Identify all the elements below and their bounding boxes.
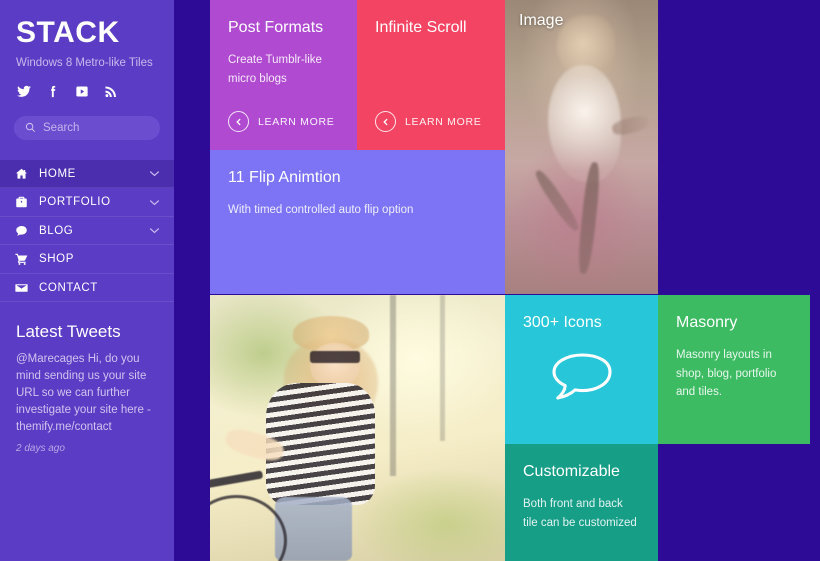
learn-more-label: LEARN MORE [405,115,482,128]
twitter-icon[interactable] [16,84,32,99]
site-logo[interactable]: STACK [16,18,158,48]
learn-more-button[interactable]: LEARN MORE [375,111,481,132]
tile-title: Post Formats [228,19,324,36]
sidebar-item-shop[interactable]: SHOP [0,245,174,274]
tile-title: Infinite Scroll [375,19,467,36]
learn-more-label: LEARN MORE [258,115,335,128]
tile-description: Masonry layouts in shop, blog, portfolio… [676,349,777,399]
facebook-icon[interactable] [45,84,61,99]
tile-masonry[interactable]: Masonry Masonry layouts in shop, blog, p… [658,295,810,444]
learn-more-button[interactable]: LEARN MORE [228,111,334,132]
rss-icon[interactable] [103,84,119,99]
tile-title: 11 Flip Animtion [228,169,341,186]
page-root: STACK Windows 8 Metro-like Tiles Search … [0,0,820,561]
tweet-text: @Marecages Hi, do you mind sending us yo… [16,353,151,434]
home-icon [15,168,28,179]
main-navigation: HOME PORTFOLIO BLOG SHOP CONTACT [0,159,174,303]
tile-infinite-scroll[interactable]: Infinite Scroll LEARN MORE [357,0,505,150]
search-box[interactable] [14,115,174,140]
tile-title: 300+ Icons [523,314,602,331]
sidebar-item-portfolio[interactable]: PORTFOLIO [0,188,174,217]
sidebar-item-label: PORTFOLIO [39,196,111,209]
tile-grid: Post Formats Create Tumblr-like micro bl… [210,0,820,561]
tile-glyph [505,351,658,405]
sidebar-item-label: CONTACT [39,281,98,294]
sidebar-item-label: SHOP [39,253,74,266]
chevron-down-icon[interactable] [149,199,160,206]
envelope-icon [15,283,28,292]
tile-flip-animation[interactable]: 11 Flip Animtion With timed controlled a… [210,150,505,294]
sidebar-item-home[interactable]: HOME [0,159,174,189]
search-icon [25,123,35,133]
social-links [16,84,158,99]
tile-post-formats[interactable]: Post Formats Create Tumblr-like micro bl… [210,0,357,150]
widget-title: Latest Tweets [16,322,121,342]
youtube-icon[interactable] [74,84,90,99]
cart-icon [15,253,28,265]
tile-customizable[interactable]: Customizable Both front and back tile ca… [505,444,658,561]
chevron-down-icon[interactable] [149,170,160,177]
briefcase-icon [16,196,27,208]
tile-description: With timed controlled auto flip option [228,204,414,217]
dancer-photo [505,0,658,294]
sidebar-item-label: HOME [39,167,76,180]
speech-bubble-icon [551,353,612,400]
brand-block: STACK Windows 8 Metro-like Tiles [0,0,174,99]
bicycle-photo [210,295,505,561]
tile-title: Masonry [676,314,738,331]
tweet-timestamp: 2 days ago [16,443,65,455]
tile-image[interactable]: Image [505,0,658,294]
search-input[interactable] [43,121,174,134]
sidebar-item-label: BLOG [39,224,74,237]
tile-description: Create Tumblr-like micro blogs [228,54,322,85]
sidebar-item-contact[interactable]: CONTACT [0,274,174,303]
tile-description: Both front and back tile can be customiz… [523,498,637,529]
tile-title: Image [519,12,564,29]
chevron-left-icon [375,111,396,132]
sidebar-item-blog[interactable]: BLOG [0,217,174,246]
latest-tweets-widget: Latest Tweets @Marecages Hi, do you mind… [0,302,174,454]
chevron-down-icon[interactable] [149,227,160,234]
tile-title: Customizable [523,463,620,480]
comment-icon [16,225,27,236]
sidebar: STACK Windows 8 Metro-like Tiles Search … [0,0,174,561]
tile-photo-bicycle[interactable] [210,295,505,561]
site-tagline: Windows 8 Metro-like Tiles [16,57,153,69]
chevron-left-icon [228,111,249,132]
tile-300-icons[interactable]: 300+ Icons [505,295,658,444]
